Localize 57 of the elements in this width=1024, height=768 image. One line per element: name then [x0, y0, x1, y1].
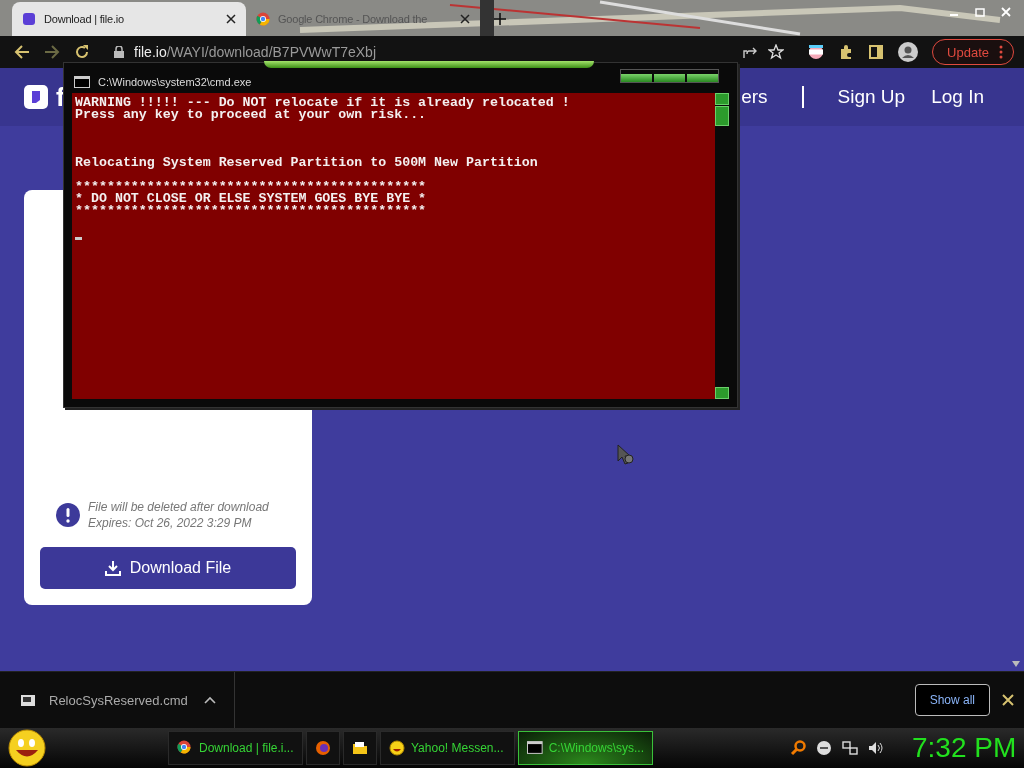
close-icon[interactable] — [460, 14, 470, 24]
window-button[interactable] — [621, 73, 652, 82]
terminal-icon — [527, 740, 543, 756]
download-icon — [104, 560, 121, 576]
window-button[interactable] — [687, 73, 718, 82]
chrome-icon — [177, 740, 193, 756]
show-all-button[interactable]: Show all — [914, 684, 990, 716]
chevron-up-icon — [204, 696, 216, 704]
download-button[interactable]: Download File — [40, 547, 296, 589]
logo-icon — [24, 85, 48, 109]
flag-icon[interactable] — [808, 44, 825, 60]
nav-link[interactable]: Sign Up — [837, 86, 906, 108]
scroll-thumb[interactable] — [715, 106, 729, 126]
window-button[interactable] — [654, 73, 685, 82]
download-item[interactable]: RelocSysReserved.cmd — [20, 692, 216, 708]
info-icon — [56, 503, 80, 527]
console-output: WARNING !!!!! --- Do NOT relocate if it is already relocated ! Press any key to proceed at your own risk... Relocating System Reserved Partition to 500M New Partition ******************************************** * DO NOT CLOSE OR ELSE SYSTEM GOES BYE BYE * ******************************************** — [75, 97, 571, 217]
nav-divider — [801, 86, 804, 108]
taskbar-button[interactable] — [343, 731, 377, 765]
nav-link[interactable]: Log In — [931, 86, 984, 108]
profile-icon[interactable] — [898, 42, 919, 62]
url-text: file.io/WAYI/download/B7PVWwT7eXbj — [134, 44, 377, 60]
browser-tab[interactable]: Download | file.io — [12, 2, 246, 36]
script-file-icon — [20, 693, 36, 707]
notice-text: File will be deleted after download — [88, 499, 269, 515]
back-icon[interactable] — [14, 44, 30, 60]
clock[interactable]: 7:32 PM — [912, 732, 1014, 764]
taskbar-button[interactable]: C:\Windows\sys... — [518, 731, 653, 765]
window-title: C:\Windows\system32\cmd.exe — [98, 76, 252, 88]
notice-text: Expires: Oct 26, 2022 3:29 PM — [88, 515, 253, 531]
update-button[interactable]: Update — [932, 39, 1014, 65]
scroll-arrow-icon[interactable] — [1012, 661, 1020, 667]
file-name: RelocSysReserved.cmd — [49, 692, 188, 708]
taskbar-button[interactable]: Yahoo! Messen... — [380, 731, 515, 765]
tab-title: Download | file.io — [44, 13, 125, 25]
smiley-start-icon[interactable] — [8, 729, 46, 767]
lock-icon — [114, 46, 124, 58]
close-icon[interactable] — [226, 14, 236, 24]
star-icon[interactable] — [768, 44, 785, 60]
forward-icon[interactable] — [44, 44, 60, 60]
reload-icon[interactable] — [74, 44, 90, 60]
sidebar-icon[interactable] — [868, 44, 885, 60]
nav-link[interactable]: ers — [741, 86, 768, 108]
restore-icon[interactable] — [974, 6, 986, 18]
scrollbar[interactable] — [715, 93, 729, 399]
search-icon[interactable] — [790, 740, 806, 756]
folder-icon — [352, 740, 368, 756]
network-icon[interactable] — [842, 740, 858, 756]
text-cursor — [75, 237, 82, 240]
site-logo-icon — [22, 12, 36, 26]
new-tab-icon[interactable] — [494, 13, 506, 25]
more-icon — [999, 45, 1003, 59]
speaker-icon[interactable] — [868, 740, 884, 756]
terminal-icon — [74, 76, 90, 88]
chrome-icon — [256, 12, 270, 26]
taskbar-button[interactable]: Download | file.i... — [168, 731, 303, 765]
smiley-icon — [389, 740, 405, 756]
